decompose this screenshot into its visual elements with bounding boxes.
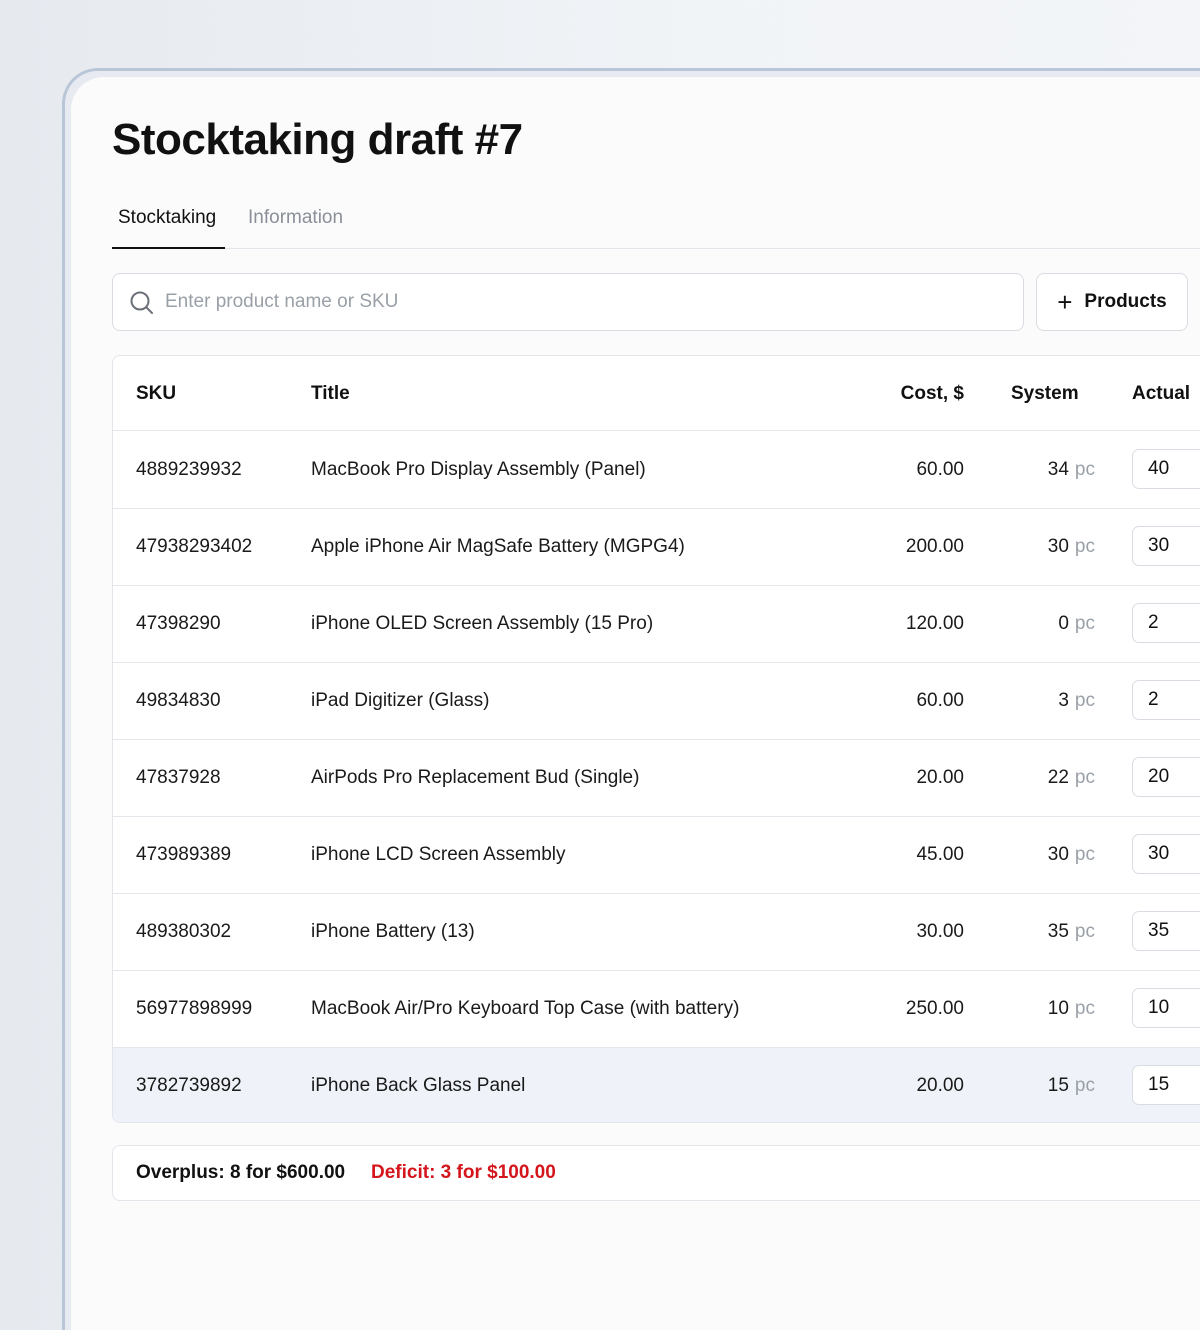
table-row[interactable]: 47837928 AirPods Pro Replacement Bud (Sin… (113, 740, 1200, 817)
products-table: SKU Title Cost, $ System Actual 48892399… (112, 355, 1200, 1123)
actual-quantity-input[interactable] (1132, 911, 1200, 951)
table-row[interactable]: 4889239932 MacBook Pro Display Assembly (… (113, 432, 1200, 509)
summary-bar: Overplus: 8 for $600.00 Deficit: 3 for $… (112, 1145, 1200, 1201)
search-input[interactable] (165, 274, 1005, 330)
system-cell: 30 pc (1048, 509, 1095, 585)
actual-quantity-input[interactable] (1132, 988, 1200, 1028)
cost-cell: 45.00 (916, 844, 964, 865)
system-cell: 15 pc (1047, 1048, 1095, 1122)
unit-label: pc (1074, 844, 1095, 865)
column-header-title: Title (311, 383, 350, 404)
unit-label: pc (1074, 767, 1095, 788)
unit-label: pc (1074, 536, 1095, 557)
system-quantity: 30 (1047, 536, 1069, 557)
cost-cell: 250.00 (905, 998, 964, 1019)
tab-stocktaking[interactable]: Stocktaking (112, 199, 225, 249)
actual-quantity-input[interactable] (1132, 526, 1200, 566)
cost-cell: 60.00 (916, 459, 964, 480)
sku-cell: 4889239932 (136, 459, 242, 480)
system-quantity: 35 (1047, 921, 1069, 942)
unit-label: pc (1074, 998, 1095, 1019)
cost-cell: 20.00 (916, 767, 964, 788)
table-row[interactable]: 489380302 iPhone Battery (13) 30.00 35 pc (113, 894, 1200, 971)
system-quantity: 3 (1058, 690, 1069, 711)
title-cell: iPhone Battery (13) (311, 921, 475, 942)
system-quantity: 34 (1047, 459, 1069, 480)
table-row[interactable]: 49834830 iPad Digitizer (Glass) 60.00 3 pc (113, 663, 1200, 740)
column-header-cost: Cost, $ (900, 383, 964, 404)
sku-cell: 47938293402 (136, 536, 253, 557)
title-cell: iPad Digitizer (Glass) (311, 690, 490, 711)
title-cell: MacBook Pro Display Assembly (Panel) (311, 459, 646, 480)
unit-label: pc (1074, 690, 1095, 711)
sku-cell: 473989389 (136, 844, 232, 865)
cost-cell: 200.00 (905, 536, 964, 557)
unit-label: pc (1074, 1075, 1095, 1096)
table-row[interactable]: 3782739892 iPhone Back Glass Panel 20.00 15… (113, 1048, 1200, 1122)
system-cell: 35 pc (1048, 894, 1095, 970)
sku-cell: 47837928 (136, 767, 221, 788)
app-window: Stocktaking draft #7 Stocktaking Informa… (62, 68, 1200, 1330)
cost-cell: 20.00 (916, 1075, 964, 1096)
actual-quantity-input[interactable] (1132, 603, 1200, 643)
search-box (112, 273, 1024, 331)
overplus-summary: Overplus: 8 for $600.00 (136, 1162, 346, 1183)
actual-quantity-input[interactable] (1132, 680, 1200, 720)
actual-quantity-input[interactable] (1132, 834, 1200, 874)
system-cell: 30 pc (1048, 817, 1095, 893)
table-row[interactable]: 47938293402 Apple iPhone Air MagSafe Batt… (113, 509, 1200, 586)
sku-cell: 56977898999 (136, 998, 253, 1019)
sku-cell: 489380302 (136, 921, 232, 942)
cost-cell: 30.00 (916, 921, 964, 942)
sku-cell: 47398290 (136, 613, 221, 634)
title-cell: iPhone Back Glass Panel (311, 1075, 526, 1096)
title-cell: iPhone OLED Screen Assembly (15 Pro) (311, 613, 654, 634)
unit-label: pc (1074, 459, 1095, 480)
plus-icon: + (1057, 287, 1073, 317)
title-cell: MacBook Air/Pro Keyboard Top Case (with … (311, 998, 740, 1019)
system-cell: 34 pc (1048, 432, 1095, 508)
title-cell: Apple iPhone Air MagSafe Battery (MGPG4) (311, 536, 685, 557)
system-cell: 22 pc (1048, 740, 1095, 816)
system-quantity: 0 (1058, 613, 1069, 634)
sku-cell: 49834830 (136, 690, 221, 711)
table-row[interactable]: 56977898999 MacBook Air/Pro Keyboard Top … (113, 971, 1200, 1048)
title-cell: iPhone LCD Screen Assembly (311, 844, 566, 865)
table-header: SKU Title Cost, $ System Actual (113, 356, 1200, 431)
actual-quantity-input[interactable] (1132, 1065, 1200, 1105)
system-quantity: 10 (1047, 998, 1069, 1019)
title-cell: AirPods Pro Replacement Bud (Single) (311, 767, 640, 788)
tab-information[interactable]: Information (242, 199, 352, 249)
column-header-actual: Actual (1132, 383, 1191, 404)
system-cell: 3 pc (1058, 663, 1095, 739)
column-header-system: System (1011, 383, 1079, 404)
deficit-summary: Deficit: 3 for $100.00 (371, 1162, 556, 1183)
actual-quantity-input[interactable] (1132, 757, 1200, 797)
system-quantity: 22 (1047, 767, 1069, 788)
table-row[interactable]: 473989389 iPhone LCD Screen Assembly 45.00… (113, 817, 1200, 894)
add-products-button[interactable]: + Products (1036, 273, 1188, 331)
unit-label: pc (1074, 613, 1095, 634)
system-quantity: 15 (1047, 1075, 1069, 1096)
cost-cell: 60.00 (916, 690, 964, 711)
tab-bar: Stocktaking Information (112, 199, 1200, 249)
search-icon (129, 290, 155, 316)
system-cell: 0 pc (1058, 586, 1095, 662)
table-row[interactable]: 47398290 iPhone OLED Screen Assembly (15 … (113, 586, 1200, 663)
sku-cell: 3782739892 (136, 1075, 242, 1096)
unit-label: pc (1074, 921, 1095, 942)
column-header-sku: SKU (136, 383, 177, 404)
system-quantity: 30 (1047, 844, 1069, 865)
cost-cell: 120.00 (905, 613, 964, 634)
actual-quantity-input[interactable] (1132, 449, 1200, 489)
page-title: Stocktaking draft #7 (112, 115, 523, 164)
add-products-label: Products (1084, 291, 1167, 312)
system-cell: 10 pc (1048, 971, 1095, 1047)
